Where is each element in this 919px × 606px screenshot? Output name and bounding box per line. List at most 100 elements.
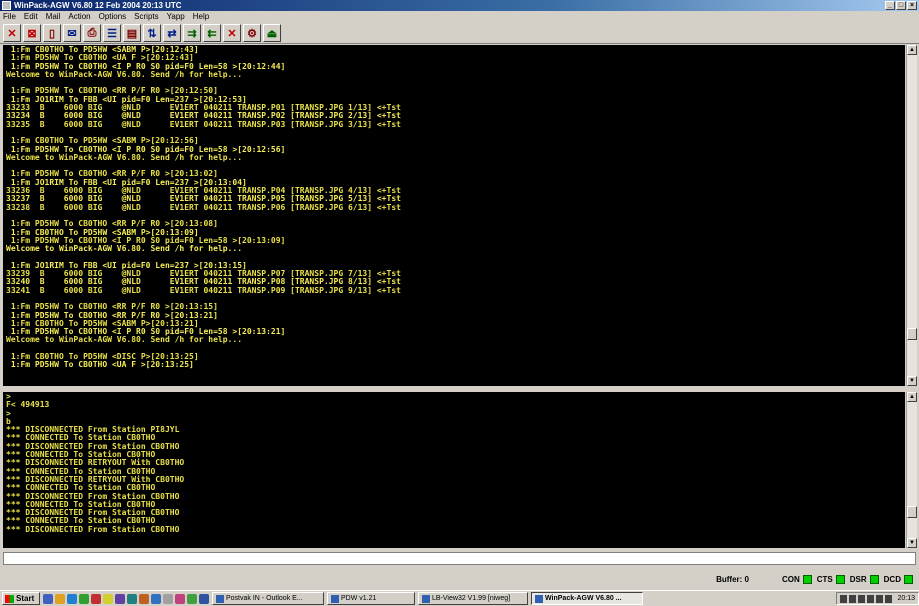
task-label: LB-View32 V1.99 [niweg]	[432, 595, 511, 602]
quick-launch-icon[interactable]	[175, 593, 185, 604]
menu-options[interactable]: Options	[99, 12, 127, 21]
menu-edit[interactable]: Edit	[24, 12, 38, 21]
tray-icon[interactable]	[849, 594, 857, 603]
menu-yapp[interactable]: Yapp	[167, 12, 185, 21]
menu-help[interactable]: Help	[193, 12, 209, 21]
scroll-icon[interactable]: ⇅	[143, 24, 161, 42]
menu-mail[interactable]: Mail	[46, 12, 61, 21]
quick-launch-icon[interactable]	[127, 593, 137, 604]
printer-icon[interactable]: ⎙	[83, 24, 101, 42]
menu-bar: File Edit Mail Action Options Scripts Ya…	[0, 11, 919, 22]
con-label: CON	[781, 574, 800, 584]
terminal-line: *** DISCONNECTED From Station CB0THO	[6, 524, 180, 534]
terminal-line: Welcome to WinPack-AGW V6.80. Send /h fo…	[6, 69, 243, 79]
quick-launch-icon[interactable]	[43, 593, 53, 604]
log-icon[interactable]: ▤	[123, 24, 141, 42]
mailbox-icon[interactable]: ✉	[63, 24, 81, 42]
monitor-scrollbar[interactable]: ▲ ▼	[906, 45, 917, 386]
list-icon[interactable]: ☰	[103, 24, 121, 42]
terminal-line: Welcome to WinPack-AGW V6.80. Send /h fo…	[6, 335, 243, 345]
status-bar: Buffer: 0 CON CTS DSR DCD	[0, 570, 919, 588]
dcd-led-icon	[904, 574, 913, 584]
monitor-icon[interactable]: ▯	[43, 24, 61, 42]
task-pdw[interactable]: PDW v1.21	[327, 592, 415, 605]
connect-icon[interactable]: ⊠	[23, 24, 41, 42]
scroll-thumb[interactable]	[907, 506, 917, 518]
monitor-pane[interactable]: 1:Fm CB0THO To PD5HW <SABM P>[20:12:43] …	[3, 45, 905, 386]
settings-icon[interactable]: ⚙	[243, 24, 261, 42]
menu-scripts[interactable]: Scripts	[134, 12, 158, 21]
menu-action[interactable]: Action	[68, 12, 90, 21]
scroll-up-arrow-icon[interactable]: ▲	[907, 45, 917, 55]
cts-label: CTS	[816, 574, 833, 584]
quick-launch-icon[interactable]	[67, 593, 77, 604]
maximize-button[interactable]: □	[896, 1, 906, 10]
taskbar: Start Postvak IN - Outlook E... PDW v1.2…	[0, 590, 919, 606]
close-button[interactable]: ×	[907, 1, 917, 10]
tray-icon[interactable]	[867, 594, 875, 603]
disconnect-icon[interactable]: ✕	[3, 24, 21, 42]
clock: 20:13	[897, 595, 915, 602]
task-outlook[interactable]: Postvak IN - Outlook E...	[212, 592, 324, 605]
session-pane[interactable]: > F< 494913 > b *** DISCONNECTED From Statio…	[3, 392, 905, 548]
start-button[interactable]: Start	[2, 592, 40, 605]
task-label: WinPack-AGW V6.80 ...	[545, 595, 622, 602]
task-label: PDW v1.21	[341, 595, 377, 602]
winpack-icon	[535, 594, 543, 603]
receive-icon[interactable]: ⇇	[203, 24, 221, 42]
task-winpack[interactable]: WinPack-AGW V6.80 ...	[531, 592, 643, 605]
terminal-line: F< 494913	[6, 400, 50, 410]
scroll-down-arrow-icon[interactable]: ▼	[907, 376, 917, 386]
tray-icon[interactable]	[858, 594, 866, 603]
abort-icon[interactable]: ✕	[223, 24, 241, 42]
terminal-line: 1:Fm PD5HW To CB0THO <UA F >[20:13:25]	[6, 360, 194, 370]
toolbar: ✕ ⊠ ▯ ✉ ⎙ ☰ ▤ ⇅ ⇄ ⇉ ⇇ ✕ ⚙ ⏏	[0, 23, 919, 44]
exit-icon[interactable]: ⏏	[263, 24, 281, 42]
dsr-led-icon	[869, 574, 879, 584]
task-lbview[interactable]: LB-View32 V1.99 [niweg]	[418, 592, 528, 605]
quick-launch-icon[interactable]	[91, 593, 101, 604]
terminal-line: 33241 B 6000 BIG @NLD EV1ERT 040211 TRAN…	[6, 285, 401, 295]
buffer-status: Buffer: 0	[716, 574, 749, 584]
quick-launch-icon[interactable]	[199, 593, 209, 604]
start-label: Start	[16, 594, 35, 603]
outlook-icon	[216, 594, 224, 603]
quick-launch-icon[interactable]	[103, 593, 113, 604]
app-icon[interactable]	[2, 1, 11, 10]
yapp-icon[interactable]: ⇄	[163, 24, 181, 42]
system-tray: 20:13	[836, 592, 919, 605]
quick-launch-icon[interactable]	[139, 593, 149, 604]
quick-launch-icon[interactable]	[151, 593, 161, 604]
quick-launch	[43, 593, 209, 604]
window-title: WinPack-AGW V6.80 12 Feb 2004 20:13 UTC	[14, 1, 182, 10]
send-icon[interactable]: ⇉	[183, 24, 201, 42]
terminal-line: Welcome to WinPack-AGW V6.80. Send /h fo…	[6, 152, 243, 162]
windows-logo-icon	[5, 594, 14, 603]
quick-launch-icon[interactable]	[163, 593, 173, 604]
task-label: Postvak IN - Outlook E...	[226, 595, 303, 602]
quick-launch-icon[interactable]	[79, 593, 89, 604]
terminal-line: 33238 B 6000 BIG @NLD EV1ERT 040211 TRAN…	[6, 202, 401, 212]
title-bar[interactable]: WinPack-AGW V6.80 12 Feb 2004 20:13 UTC …	[0, 0, 919, 11]
scroll-up-arrow-icon[interactable]: ▲	[907, 392, 917, 402]
terminal-line: >	[6, 408, 11, 418]
quick-launch-icon[interactable]	[55, 593, 65, 604]
lbview-icon	[422, 594, 430, 603]
quick-launch-icon[interactable]	[187, 593, 197, 604]
menu-file[interactable]: File	[3, 12, 16, 21]
tray-icon[interactable]	[876, 594, 884, 603]
tray-icon[interactable]	[885, 594, 893, 603]
window-controls: _ □ ×	[885, 1, 917, 10]
tray-icon[interactable]	[840, 594, 848, 603]
command-input[interactable]	[3, 552, 916, 565]
minimize-button[interactable]: _	[885, 1, 895, 10]
scroll-thumb[interactable]	[907, 328, 917, 340]
con-led-icon	[802, 574, 812, 584]
terminal-line: 33235 B 6000 BIG @NLD EV1ERT 040211 TRAN…	[6, 119, 401, 129]
pdw-icon	[331, 594, 339, 603]
terminal-line: Welcome to WinPack-AGW V6.80. Send /h fo…	[6, 244, 243, 254]
session-scrollbar[interactable]: ▲ ▼	[906, 392, 917, 548]
quick-launch-icon[interactable]	[115, 593, 125, 604]
dsr-label: DSR	[849, 574, 867, 584]
scroll-down-arrow-icon[interactable]: ▼	[907, 538, 917, 548]
